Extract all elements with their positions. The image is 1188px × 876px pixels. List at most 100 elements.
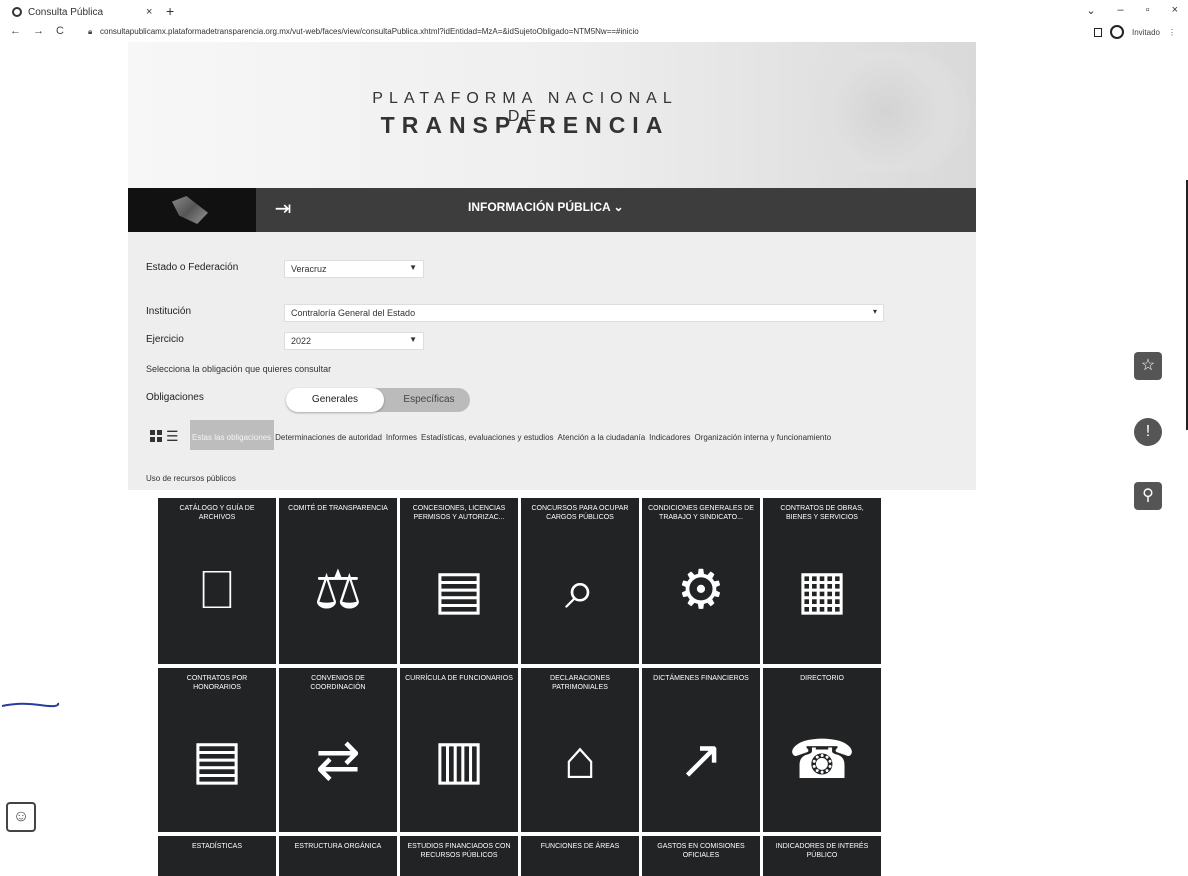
browser-tab[interactable]: Consulta Pública ×	[12, 4, 152, 20]
obligation-tile-icon: ⚖	[313, 560, 363, 620]
favorite-star-icon[interactable]: ☆	[1134, 352, 1162, 380]
obligation-tile-icon: ⇄	[315, 730, 361, 790]
obligation-tile-title: CONDICIONES GENERALES DE TRABAJO Y SINDI…	[648, 505, 754, 522]
chevron-down-icon: ▼	[409, 263, 417, 272]
toggle-especificas[interactable]: Específicas	[392, 388, 466, 412]
obligation-tile[interactable]: CONDICIONES GENERALES DE TRABAJO Y SINDI…	[642, 498, 760, 664]
accessibility-icon[interactable]: ☺	[6, 802, 36, 832]
profile-avatar[interactable]	[1109, 25, 1124, 39]
grid-view-icon[interactable]	[150, 430, 162, 442]
obligation-tile-title: GASTOS EN COMISIONES OFICIALES	[657, 843, 745, 860]
chevron-down-icon: ▾	[872, 307, 877, 316]
obligation-tile[interactable]: ESTUDIOS FINANCIADOS CON RECURSOS PÚBLIC…	[400, 836, 518, 876]
obligation-tile[interactable]: CONTRATOS DE OBRAS, BIENES Y SERVICIOS ▦	[763, 498, 881, 664]
year-value: 2022	[291, 336, 312, 346]
browser-right-controls: Invitado ⋮	[1093, 25, 1176, 39]
state-select[interactable]: Veracruz ▼	[284, 260, 424, 278]
lock-icon[interactable]: 🔒︎	[88, 27, 92, 37]
list-view-icon[interactable]: ☰	[166, 429, 179, 443]
obligation-tile[interactable]: DECLARACIONES PATRIMONIALES ⌂	[521, 668, 639, 832]
obligation-tile-icon: ☎	[788, 730, 856, 790]
obligation-tile[interactable]: CONCURSOS PARA OCUPAR CARGOS PÚBLICOS ⌕	[521, 498, 639, 664]
obligation-tile-title: ESTRUCTURA ORGÁNICA	[294, 843, 382, 850]
search-help-icon[interactable]: ⚲	[1134, 482, 1162, 510]
view-switcher: ☰	[150, 429, 179, 443]
year-select[interactable]: 2022 ▼	[284, 332, 424, 350]
obligation-tile-title: COMITÉ DE TRANSPARENCIA	[288, 505, 388, 512]
brand-line2: TRANSPARENCIA	[380, 112, 670, 138]
sidebar-toggle-icon[interactable]	[1093, 27, 1102, 37]
obligation-tile-title: CONVENIOS DE COORDINACIÓN	[310, 675, 366, 692]
category-tab[interactable]: Informes	[386, 433, 421, 442]
url-field[interactable]: consultapublicamx.plataformadetransparen…	[100, 27, 639, 36]
obligation-tile[interactable]: DICTÁMENES FINANCIEROS ↗	[642, 668, 760, 832]
forward-icon[interactable]: →	[33, 25, 44, 37]
obligation-tile-title: DIRECTORIO	[800, 675, 844, 682]
hero-decoration	[760, 52, 970, 172]
obligation-tile[interactable]: GASTOS EN COMISIONES OFICIALES	[642, 836, 760, 876]
obligation-tile[interactable]: CONVENIOS DE COORDINACIÓN ⇄	[279, 668, 397, 832]
institution-select[interactable]: Contraloría General del Estado ▾	[284, 304, 884, 322]
category-tab[interactable]: Uso de recursos públicos	[146, 474, 236, 483]
obligation-tile[interactable]: CATÁLOGO Y GUÍA DE ARCHIVOS ⎕	[158, 498, 276, 664]
category-tab[interactable]: Indicadores	[649, 433, 694, 442]
category-tabs: Estas las obligaciones Determinaciones d…	[190, 433, 835, 442]
obligation-tile-icon: ⌕	[564, 560, 596, 620]
obligation-tile[interactable]: CURRÍCULA DE FUNCIONARIOS ▥	[400, 668, 518, 832]
institution-label: Institución	[146, 306, 192, 317]
obligation-tile-icon: ▤	[433, 560, 485, 620]
obligation-tile-title: FUNCIONES DE ÁREAS	[540, 843, 620, 850]
category-tab[interactable]: Estas las obligaciones	[190, 433, 275, 442]
obligation-tile-icon: ⚙	[676, 560, 726, 620]
tab-close-icon[interactable]: ×	[146, 6, 152, 18]
maximize-icon[interactable]: ▫	[1146, 4, 1150, 17]
category-tab[interactable]: Estadísticas, evaluaciones y estudios	[421, 433, 558, 442]
obligation-tile-title: CONTRATOS DE OBRAS, BIENES Y SERVICIOS	[780, 505, 864, 522]
obligation-tile[interactable]: FUNCIONES DE ÁREAS	[521, 836, 639, 876]
reload-icon[interactable]: C	[56, 25, 64, 37]
obligation-tile[interactable]: ESTRUCTURA ORGÁNICA	[279, 836, 397, 876]
obligation-tile[interactable]: CONTRATOS POR HONORARIOS ▤	[158, 668, 276, 832]
category-tab[interactable]: Atención a la ciudadanía	[558, 433, 650, 442]
tab-title: Consulta Pública	[28, 6, 104, 18]
obligation-tile-title: ESTADÍSTICAS	[191, 843, 243, 850]
chevron-down-icon: ▼	[409, 335, 417, 344]
obligation-tile[interactable]: CONCESIONES, LICENCIAS PERMISOS Y AUTORI…	[400, 498, 518, 664]
back-icon[interactable]: ←	[10, 25, 21, 37]
obligation-tile-icon: ▤	[191, 730, 243, 790]
address-bar: ← → C 🔒︎ consultapublicamx.plataformadet…	[0, 22, 1188, 42]
obligation-tile[interactable]: COMITÉ DE TRANSPARENCIA ⚖	[279, 498, 397, 664]
state-value: Veracruz	[291, 264, 327, 274]
category-tab[interactable]: Determinaciones de autoridad	[275, 433, 386, 442]
obligation-tile[interactable]: ESTADÍSTICAS	[158, 836, 276, 876]
signature-mark	[1, 702, 60, 708]
browser-tab-bar: Consulta Pública × + ⌄ – ▫ ×	[0, 0, 1188, 22]
login-icon[interactable]: ⇥	[270, 196, 296, 222]
menu-dots-icon[interactable]: ⋮	[1168, 28, 1176, 37]
new-tab-button[interactable]: +	[166, 3, 174, 19]
nav-buttons: ← → C	[10, 25, 64, 37]
window-controls: ⌄ – ▫ ×	[1086, 4, 1178, 17]
obligation-tile-title: DECLARACIONES PATRIMONIALES	[550, 675, 610, 692]
obligation-tile-icon: ▥	[433, 730, 485, 790]
selection-hint: Selecciona la obligación que quieres con…	[146, 364, 332, 374]
obligation-tile-icon: ⎕	[200, 560, 234, 620]
info-publica-menu[interactable]: INFORMACIÓN PÚBLICA ⌄	[468, 200, 624, 214]
obligation-tile[interactable]: DIRECTORIO ☎	[763, 668, 881, 832]
obligation-tile[interactable]: INDICADORES DE INTERÉS PÚBLICO	[763, 836, 881, 876]
profile-label[interactable]: Invitado	[1132, 28, 1160, 37]
category-tab[interactable]: Organización interna y funcionamiento	[695, 433, 836, 442]
obligation-tile-title: DICTÁMENES FINANCIEROS	[653, 675, 749, 682]
obligation-tile-title: CATÁLOGO Y GUÍA DE ARCHIVOS	[179, 505, 255, 522]
obligation-tile-title: INDICADORES DE INTERÉS PÚBLICO	[775, 843, 869, 860]
toggle-generales[interactable]: Generales	[286, 388, 384, 412]
obligation-tile-title: CONTRATOS POR HONORARIOS	[186, 675, 248, 692]
minimize-icon[interactable]: –	[1118, 4, 1124, 17]
year-label: Ejercicio	[146, 334, 184, 345]
obligation-tile-icon: ▦	[796, 560, 848, 620]
tab-search-icon[interactable]: ⌄	[1086, 4, 1095, 17]
close-window-icon[interactable]: ×	[1172, 4, 1178, 17]
obligations-label: Obligaciones	[146, 392, 204, 403]
obligation-tile-title: ESTUDIOS FINANCIADOS CON RECURSOS PÚBLIC…	[407, 843, 511, 860]
alert-icon[interactable]: !	[1134, 418, 1162, 446]
